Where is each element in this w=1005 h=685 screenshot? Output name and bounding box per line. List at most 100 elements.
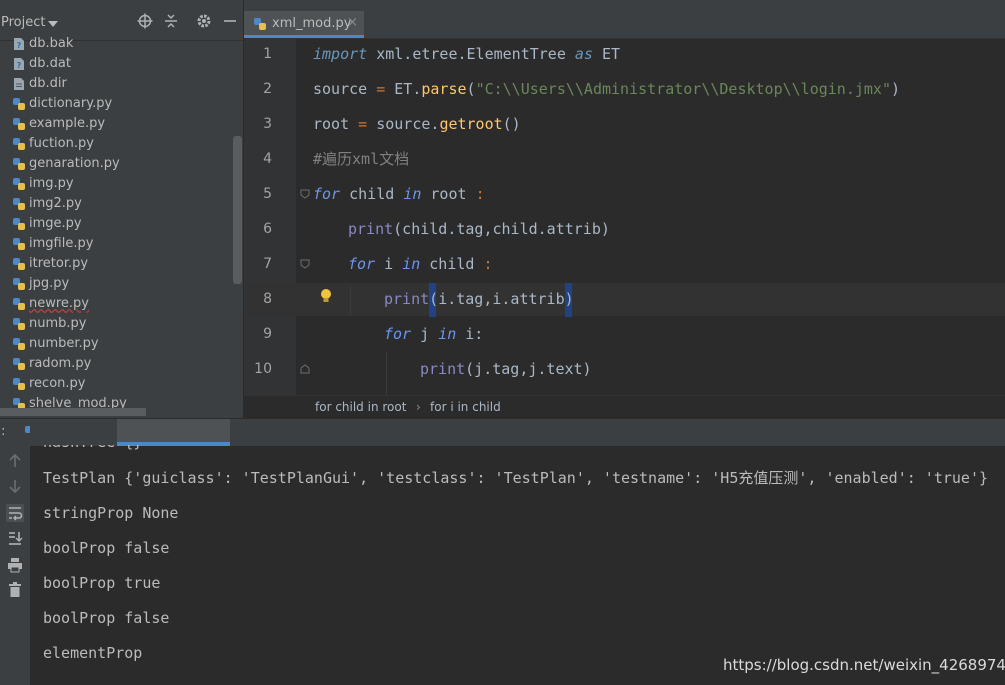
print-icon[interactable]: [6, 556, 24, 574]
python-file-icon: [13, 218, 25, 230]
file-tree-item[interactable]: recon.py: [0, 374, 243, 394]
file-tree-item[interactable]: imgfile.py: [0, 234, 243, 254]
file-tree-item[interactable]: itretor.py: [0, 254, 243, 274]
code-line-9: for j in i:: [384, 324, 483, 344]
file-tree-item[interactable]: ? db.bak: [0, 34, 243, 54]
file-name: jpg.py: [29, 276, 70, 291]
close-icon[interactable]: ×: [347, 15, 358, 30]
arrow-down-icon[interactable]: [6, 477, 24, 495]
file-tree-item[interactable]: jpg.py: [0, 274, 243, 294]
console-line: hashTree {}: [43, 433, 143, 451]
breadcrumb-item[interactable]: for i in child: [430, 400, 501, 414]
collapse-all-icon[interactable]: [163, 13, 179, 29]
line-number: 1: [263, 46, 272, 62]
file-tree-item[interactable]: fuction.py: [0, 134, 243, 154]
file-tree-item[interactable]: img.py: [0, 174, 243, 194]
text-file-icon: [14, 78, 24, 90]
code-text: (: [429, 290, 439, 308]
python-file-icon: [13, 278, 25, 290]
file-tree-item[interactable]: example.py: [0, 114, 243, 134]
code-text: i:: [456, 325, 484, 343]
python-file-icon: [254, 18, 266, 30]
python-file-icon: [13, 318, 25, 330]
minimize-icon[interactable]: [222, 13, 238, 29]
code-line-3: root = source.getroot(): [313, 114, 521, 134]
code-line-8: print(i.tag,i.attrib): [384, 289, 574, 309]
tab-xml-mod[interactable]: xml_mod.py ×: [244, 11, 364, 38]
python-file-icon: [13, 378, 25, 390]
code-text: root: [421, 185, 476, 203]
line-number: 2: [263, 81, 272, 97]
python-file-icon: [13, 118, 25, 130]
code-line-2: source = ET.parse("C:\\Users\\Administra…: [313, 79, 900, 99]
project-scrollbar[interactable]: [233, 136, 242, 284]
file-tree-item[interactable]: newre.py: [0, 294, 243, 314]
keyword: for: [348, 255, 376, 273]
code-text: source: [313, 80, 377, 98]
file-name: imgfile.py: [29, 236, 94, 251]
python-file-icon: [13, 358, 25, 370]
breadcrumb-item[interactable]: for child in root: [315, 400, 406, 414]
file-tree-item[interactable]: dictionary.py: [0, 94, 243, 114]
file-name: img2.py: [29, 196, 82, 211]
code-text: source.: [367, 115, 440, 133]
fold-marker-icon[interactable]: [300, 259, 310, 269]
fold-marker-icon[interactable]: [300, 364, 310, 374]
locate-target-icon[interactable]: [137, 13, 153, 29]
gear-icon[interactable]: [196, 13, 212, 29]
svg-text:?: ?: [17, 61, 22, 70]
code-text: i: [375, 255, 403, 273]
project-panel: Project ? db.bak? db.dat db.dir dictionary.p…: [0, 0, 244, 418]
breadcrumb-separator: ›: [416, 400, 421, 414]
file-tree-item[interactable]: ? db.dat: [0, 54, 243, 74]
console-line: elementProp: [43, 644, 143, 662]
file-name: recon.py: [29, 376, 86, 391]
project-panel-title[interactable]: Project: [1, 15, 45, 30]
file-tree-item[interactable]: numb.py: [0, 314, 243, 334]
file-name: db.dat: [29, 56, 71, 71]
file-name: example.py: [29, 116, 106, 131]
file-name: genaration.py: [29, 156, 120, 171]
unknown-file-icon: ?: [14, 38, 24, 50]
code-text: (j.tag,j.text): [465, 360, 592, 378]
lightbulb-icon[interactable]: [319, 288, 333, 304]
builtin-function: print: [348, 220, 394, 238]
soft-wrap-icon[interactable]: [6, 504, 24, 522]
console-line: boolProp true: [43, 574, 161, 592]
fold-marker-icon[interactable]: [300, 189, 310, 199]
line-number: 8: [263, 291, 272, 307]
project-horizontal-scrollbar[interactable]: [0, 408, 146, 416]
code-text: child: [340, 185, 404, 203]
operator: =: [358, 115, 368, 133]
file-tree-item[interactable]: db.dir: [0, 74, 243, 94]
trash-icon[interactable]: [6, 581, 24, 599]
indent-guide: [386, 352, 387, 395]
code-line-10: print(j.tag,j.text): [420, 359, 592, 379]
arrow-up-icon[interactable]: [6, 452, 24, 470]
file-name: img.py: [29, 176, 74, 191]
keyword: in: [438, 325, 457, 343]
chevron-down-icon[interactable]: [48, 21, 58, 27]
file-tree-item[interactable]: img2.py: [0, 194, 243, 214]
line-number: 7: [263, 256, 272, 272]
caret-line-highlight: [244, 283, 1005, 316]
colon: :: [475, 185, 485, 203]
file-tree-item[interactable]: number.py: [0, 334, 243, 354]
code-line-5: for child in root :: [313, 184, 485, 204]
file-name: imge.py: [29, 216, 82, 231]
python-file-icon: [13, 258, 25, 270]
breadcrumb: for child in root › for i in child: [244, 395, 1005, 419]
file-tree-item[interactable]: radom.py: [0, 354, 243, 374]
file-name: db.bak: [29, 36, 74, 51]
file-name: itretor.py: [29, 256, 89, 271]
file-tree-item[interactable]: imge.py: [0, 214, 243, 234]
scroll-to-end-icon[interactable]: [6, 529, 24, 547]
file-tree-item[interactable]: genaration.py: [0, 154, 243, 174]
run-panel-handle[interactable]: :: [1, 424, 5, 439]
keyword: for: [313, 185, 341, 203]
keyword: import: [313, 45, 368, 63]
line-number: 5: [263, 186, 272, 202]
svg-text:?: ?: [17, 41, 22, 50]
close-icon[interactable]: ×: [215, 424, 225, 438]
code-line-1: import xml.etree.ElementTree as ET: [313, 44, 620, 64]
